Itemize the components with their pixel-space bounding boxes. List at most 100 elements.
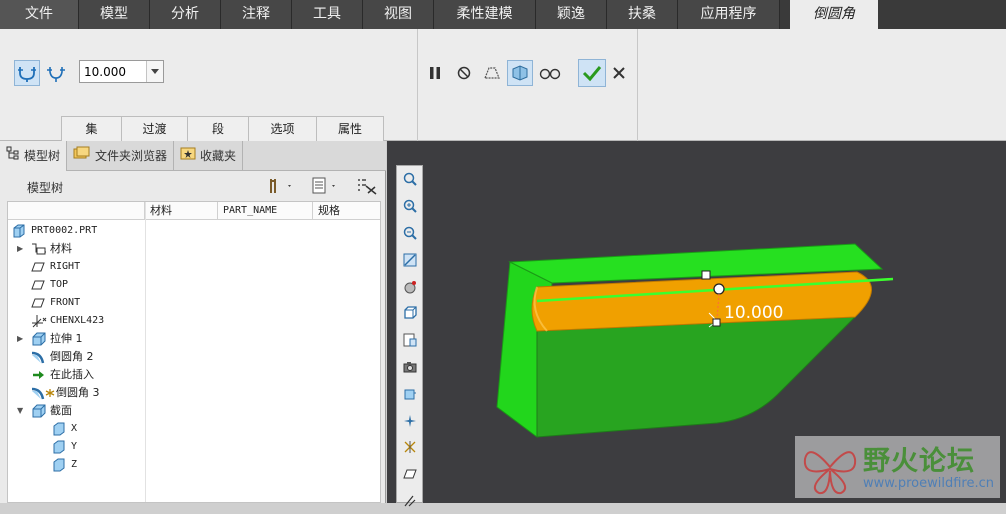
- pause-icon[interactable]: [422, 60, 448, 86]
- watermark: 野火论坛 www.proewildfire.cn: [795, 436, 1000, 498]
- subtab-options[interactable]: 选项: [248, 116, 317, 141]
- chevron-down-icon[interactable]: [146, 61, 163, 82]
- separate-preview-icon[interactable]: [479, 60, 505, 86]
- cancel-x-icon[interactable]: [606, 60, 632, 86]
- zoom-out-icon[interactable]: [397, 220, 422, 247]
- radius-value-box[interactable]: [79, 60, 164, 83]
- menu-tab-round[interactable]: 倒圆角: [790, 0, 878, 29]
- axis-display-icon[interactable]: [397, 434, 422, 461]
- folder-icon: [73, 141, 91, 171]
- nav-tab-folder-browser[interactable]: 文件夹浏览器: [67, 141, 175, 171]
- subtab-strip: 集 过渡 段 选项 属性: [61, 116, 384, 141]
- view-manager-icon[interactable]: [397, 327, 422, 354]
- subtab-properties[interactable]: 属性: [316, 116, 384, 141]
- section-plane-icon: [52, 458, 66, 472]
- round-icon: [31, 350, 45, 364]
- tree-item-datum-plane[interactable]: TOP: [8, 276, 145, 294]
- nav-tab-label: 收藏夹: [200, 149, 237, 163]
- tree-item-section-x[interactable]: X: [8, 420, 145, 438]
- subtab-pieces[interactable]: 段: [187, 116, 249, 141]
- column-header-material[interactable]: 材料: [145, 202, 218, 220]
- model-tree: PRT0002.PRT ▶ 材料 RIGHT TOP FRONT CHENXL4…: [8, 222, 145, 474]
- ribbon-divider: [417, 29, 418, 141]
- menu-tab-tools[interactable]: 工具: [292, 0, 363, 29]
- show-columns-icon[interactable]: [312, 177, 338, 198]
- circular-round-icon[interactable]: [14, 60, 40, 86]
- menu-tab-view[interactable]: 视图: [363, 0, 434, 29]
- tree-item-label: PRT0002.PRT: [31, 225, 98, 236]
- tree-item-label: 倒圆角 2: [50, 350, 94, 363]
- tree-item-label: 在此插入: [50, 368, 94, 381]
- menu-spacer: [780, 0, 790, 29]
- material-icon: [31, 242, 46, 256]
- camera-icon[interactable]: [397, 354, 422, 381]
- tree-item-part[interactable]: PRT0002.PRT: [8, 222, 145, 240]
- tree-filter-icon[interactable]: [356, 177, 378, 198]
- collapse-arrow-icon[interactable]: ▼: [17, 402, 27, 420]
- drag-handle-bottom: [712, 318, 721, 327]
- menu-tab-yingyi[interactable]: 颖逸: [536, 0, 607, 29]
- menu-tab-applications[interactable]: 应用程序: [678, 0, 780, 29]
- tree-item-insert-here[interactable]: 在此插入: [8, 366, 145, 384]
- tree-item-section-z[interactable]: Z: [8, 456, 145, 474]
- display-style-icon[interactable]: [397, 380, 422, 407]
- tree-item-label: Z: [71, 459, 78, 470]
- model-tree-icon: [6, 141, 20, 171]
- menu-tab-analysis[interactable]: 分析: [150, 0, 221, 29]
- menu-tab-model[interactable]: 模型: [79, 0, 150, 29]
- model-tree-header: 模型树: [0, 171, 386, 201]
- menu-tab-fusang[interactable]: 扶桑: [607, 0, 678, 29]
- tree-item-round-active[interactable]: 倒圆角 3: [8, 384, 145, 402]
- subtab-sets[interactable]: 集: [61, 116, 122, 141]
- nav-tab-favorites[interactable]: 收藏夹: [174, 141, 244, 171]
- tree-item-extrude[interactable]: ▶ 拉伸 1: [8, 330, 145, 348]
- datum-plane-icon: [31, 278, 45, 292]
- annotation-display-icon[interactable]: [397, 488, 422, 514]
- zoom-in-icon[interactable]: [397, 193, 422, 220]
- menu-tab-file[interactable]: 文件: [0, 0, 79, 29]
- expand-arrow-icon[interactable]: ▶: [17, 240, 27, 258]
- tree-item-round[interactable]: 倒圆角 2: [8, 348, 145, 366]
- menu-tab-annotate[interactable]: 注释: [221, 0, 292, 29]
- conic-round-icon[interactable]: [43, 60, 69, 86]
- ok-check-icon[interactable]: [578, 59, 606, 87]
- coordinate-system-icon: [31, 314, 47, 328]
- verify-glasses-icon[interactable]: [537, 60, 563, 86]
- view-toolbar: [396, 165, 423, 507]
- tree-item-datum-plane[interactable]: FRONT: [8, 294, 145, 312]
- menu-bar: 文件 模型 分析 注释 工具 视图 柔性建模 颖逸 扶桑 应用程序 倒圆角: [0, 0, 1006, 29]
- tree-item-label: 倒圆角 3: [56, 386, 100, 399]
- tree-item-section-y[interactable]: Y: [8, 438, 145, 456]
- tree-item-label: Y: [71, 441, 78, 452]
- tree-item-label: X: [71, 423, 78, 434]
- repaint-icon[interactable]: [397, 246, 422, 273]
- subtab-transitions[interactable]: 过渡: [121, 116, 188, 141]
- tree-settings-icon[interactable]: [268, 177, 294, 198]
- tree-item-datum-plane[interactable]: RIGHT: [8, 258, 145, 276]
- saved-orientations-icon[interactable]: [397, 300, 422, 327]
- tree-item-coordinate-system[interactable]: CHENXL423: [8, 312, 145, 330]
- spin-center-icon[interactable]: [397, 273, 422, 300]
- favorites-star-icon: [180, 141, 196, 171]
- round-icon: [31, 386, 45, 400]
- expand-arrow-icon[interactable]: ▶: [17, 330, 27, 348]
- tree-item-section[interactable]: ▼ 截面: [8, 402, 145, 420]
- nav-tab-model-tree[interactable]: 模型树: [0, 141, 68, 171]
- column-header-spec[interactable]: 规格: [313, 202, 380, 220]
- attached-preview-icon[interactable]: [507, 60, 533, 86]
- menu-tab-flexible-modeling[interactable]: 柔性建模: [434, 0, 536, 29]
- tree-item-material[interactable]: ▶ 材料: [8, 240, 145, 258]
- no-preview-icon[interactable]: [451, 60, 477, 86]
- ribbon-divider: [637, 29, 638, 141]
- ribbon: 集 过渡 段 选项 属性: [0, 29, 1006, 141]
- model-tree-panel: 材料 PART_NAME 规格 PRT0002.PRT ▶ 材料 RIGHT T…: [7, 201, 381, 503]
- plane-display-icon[interactable]: [397, 461, 422, 488]
- datum-display-icon[interactable]: [397, 407, 422, 434]
- column-header-part-name[interactable]: PART_NAME: [218, 202, 313, 220]
- tree-item-label: 材料: [50, 242, 72, 255]
- tree-item-label: 拉伸 1: [50, 332, 83, 345]
- tree-item-label: CHENXL423: [50, 315, 105, 326]
- refit-icon[interactable]: [397, 166, 422, 193]
- model-tree-title: 模型树: [27, 181, 64, 195]
- radius-input[interactable]: [80, 61, 146, 82]
